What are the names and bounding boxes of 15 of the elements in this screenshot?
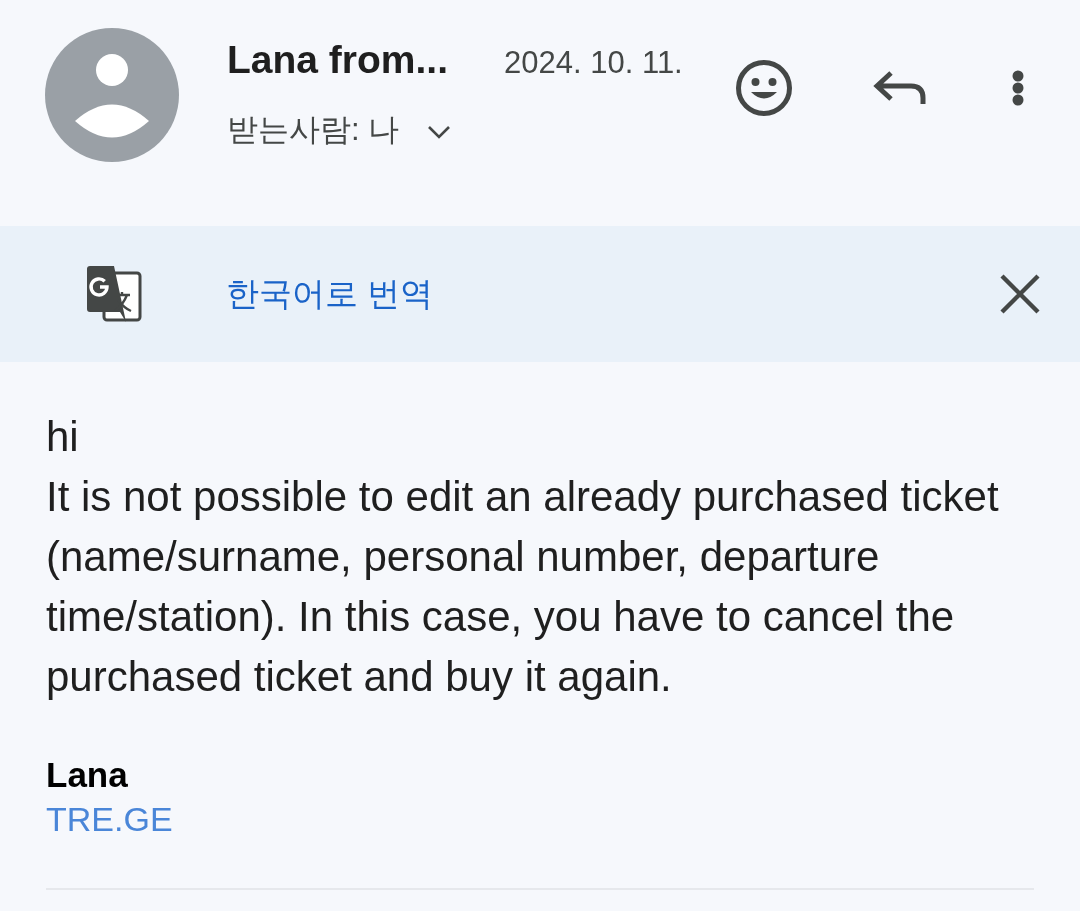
- more-vertical-icon: [1012, 70, 1024, 106]
- close-icon: [1000, 274, 1040, 314]
- reply-icon: [873, 70, 927, 106]
- signature-name: Lana: [46, 754, 128, 796]
- message-text: It is not possible to edit an already purchased ticket (name/surname, personal number, departure time/station). In this case, you have to cancel the purchased ticket and buy it again.: [46, 472, 1000, 702]
- translate-link[interactable]: 한국어로 번역: [226, 271, 434, 317]
- close-button[interactable]: [1000, 274, 1040, 314]
- translate-icon: [84, 265, 142, 323]
- recipient-toggle[interactable]: 받는사람: 나: [227, 110, 452, 150]
- avatar-icon: [45, 28, 179, 162]
- email-date: 2024. 10. 11.: [504, 45, 683, 81]
- sender-name: Lana from...: [227, 37, 449, 83]
- smiley-icon: [736, 60, 792, 116]
- website-link[interactable]: TRE.GE: [46, 797, 173, 842]
- message-text: hi: [46, 412, 80, 462]
